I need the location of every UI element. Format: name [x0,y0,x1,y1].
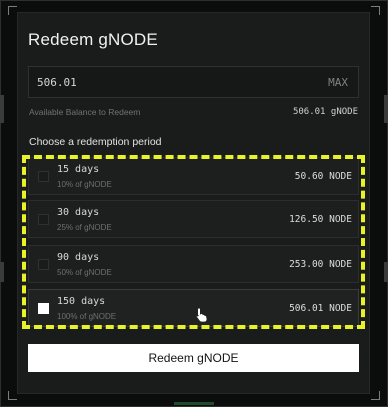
right-edge-marker [384,262,388,282]
period-option-150-days[interactable]: 150 days 100% of gNODE 506.01 NODE [28,289,359,327]
option-days: 15 days [57,164,100,175]
option-percent: 10% of gNODE [57,180,112,189]
hand-pointer-icon [195,307,208,323]
modal-title: Redeem gNODE [28,30,158,49]
checkbox[interactable] [38,214,49,225]
redeem-button[interactable]: Redeem gNODE [28,344,359,372]
max-button[interactable]: MAX [328,76,348,89]
amount-input[interactable]: 506.01 MAX [28,66,359,98]
corner-bracket [371,6,380,15]
balance-value: 506.01 gNODE [292,107,358,117]
footer-indicator [174,402,214,405]
option-amount: 253.00 NODE [289,259,352,270]
option-percent: 50% of gNODE [57,268,112,277]
checkbox-checked[interactable] [38,303,49,314]
option-amount: 126.50 NODE [289,214,352,225]
option-amount: 506.01 NODE [289,303,352,314]
option-percent: 25% of gNODE [57,223,112,232]
period-option-90-days[interactable]: 90 days 50% of gNODE 253.00 NODE [28,245,359,283]
option-amount: 50.60 NODE [294,171,352,182]
corner-bracket [371,391,380,400]
period-option-15-days[interactable]: 15 days 10% of gNODE 50.60 NODE [28,157,359,195]
amount-value[interactable]: 506.01 [37,76,77,89]
option-days: 150 days [57,296,106,307]
period-option-30-days[interactable]: 30 days 25% of gNODE 126.50 NODE [28,200,359,238]
left-edge-marker [0,262,4,282]
period-section-label: Choose a redemption period [29,136,162,148]
right-edge-marker [384,95,388,123]
left-edge-marker [0,95,4,123]
option-days: 90 days [57,252,100,263]
corner-bracket [8,6,17,15]
checkbox[interactable] [38,259,49,270]
checkbox[interactable] [38,171,49,182]
balance-label: Available Balance to Redeem [29,107,141,117]
option-percent: 100% of gNODE [57,312,117,321]
option-days: 30 days [57,207,100,218]
corner-bracket [8,391,17,400]
